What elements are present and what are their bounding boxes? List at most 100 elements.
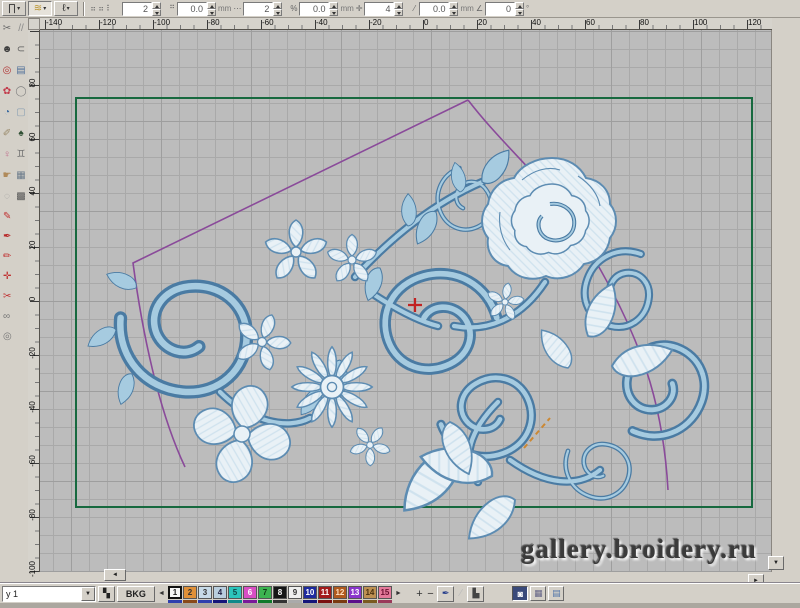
toolbar-icon[interactable]: ⠶ xyxy=(90,4,96,13)
color-swatch[interactable]: 13 xyxy=(347,585,362,603)
ruler-label: -40 xyxy=(316,18,328,27)
field-value[interactable]: 0.0 xyxy=(419,1,450,16)
field-value[interactable]: 2 xyxy=(243,1,274,16)
view-toggle-button[interactable]: ▤ xyxy=(548,586,565,601)
toolbox-tool[interactable]: ⊂ xyxy=(14,39,28,60)
dye-thread-button[interactable]: ✒ xyxy=(436,585,455,602)
numeric-field[interactable]: 2 xyxy=(122,1,161,16)
toolbar-icon[interactable]: ⠶ xyxy=(98,4,104,13)
spin-down-icon[interactable] xyxy=(329,8,339,16)
toolbox-tool[interactable]: ◎ xyxy=(0,327,24,347)
toolbox-tool[interactable]: ▤ xyxy=(14,60,28,81)
toolbox-tool[interactable]: ✂ xyxy=(0,18,14,39)
field-value[interactable]: 0.0 xyxy=(299,1,330,16)
ruler-label: -60 xyxy=(262,18,274,27)
toolbox-tool[interactable]: ▦ xyxy=(14,165,28,186)
swatch-chip: 15 xyxy=(377,585,392,599)
spin-down-icon[interactable] xyxy=(152,8,161,16)
color-swatch[interactable]: 10 xyxy=(302,585,317,603)
scroll-down-button[interactable]: ▼ xyxy=(768,556,784,570)
field-value[interactable]: 0 xyxy=(484,1,515,16)
color-swatch[interactable]: 5 xyxy=(227,585,242,603)
field-value[interactable]: 4 xyxy=(364,1,395,16)
view-toggle-button[interactable]: ▦ xyxy=(530,586,547,601)
toolbox-tool[interactable]: ☛ xyxy=(0,165,14,186)
color-swatch[interactable]: 14 xyxy=(362,585,377,603)
spin-up-icon[interactable] xyxy=(207,1,216,9)
stitch-type-button[interactable]: ℓ ▾ xyxy=(54,1,78,16)
spin-down-icon[interactable] xyxy=(394,8,404,16)
toolbox-tool[interactable]: ◌ xyxy=(0,186,14,207)
color-swatch[interactable]: 11 xyxy=(317,585,332,603)
design-canvas[interactable]: gallery.broidery.ru xyxy=(40,30,772,572)
scroll-left-button[interactable]: ◄ xyxy=(104,569,126,581)
toolbox-tool[interactable]: // xyxy=(14,18,28,39)
toolbox-tool[interactable]: ◯ xyxy=(14,81,28,102)
view-toggle-button[interactable]: ◙ xyxy=(512,586,529,601)
spin-down-icon[interactable] xyxy=(449,8,459,16)
color-swatch[interactable]: 8 xyxy=(272,585,287,603)
toolbox-tool[interactable]: ✐ xyxy=(0,123,14,144)
spin-up-icon[interactable] xyxy=(394,1,404,9)
ruler-label: 120 xyxy=(748,18,762,27)
toolbar-icon[interactable]: ⠇ xyxy=(106,4,112,13)
chevron-down-icon[interactable]: ▼ xyxy=(81,586,95,601)
spin-up-icon[interactable] xyxy=(449,1,459,9)
toolbox-tool[interactable]: ✏ xyxy=(0,247,24,267)
color-swatch[interactable]: 15 xyxy=(377,585,392,603)
stitch-type-button[interactable]: ≋ ▾ xyxy=(28,1,52,16)
color-grid-button[interactable]: ▚ xyxy=(98,585,115,602)
color-swatch[interactable]: 6 xyxy=(242,585,257,603)
toolbox-tool[interactable]: ∞ xyxy=(0,307,24,327)
toolbox-tool[interactable]: ▩ xyxy=(14,186,28,207)
ruler-label: 60 xyxy=(28,132,37,142)
toolbox-tool[interactable]: ♊ xyxy=(14,144,28,165)
spin-up-icon[interactable] xyxy=(273,1,283,9)
toolbox-tool[interactable]: ▢ xyxy=(14,102,28,123)
background-button[interactable]: BKG xyxy=(116,585,155,602)
add-color-button[interactable]: + xyxy=(415,587,424,601)
spin-up-icon[interactable] xyxy=(329,1,339,9)
color-swatch[interactable]: 9 xyxy=(287,585,302,603)
toolbox-tool[interactable]: ✎ xyxy=(0,207,24,227)
remove-color-button[interactable]: − xyxy=(426,587,435,601)
color-swatch[interactable]: 4 xyxy=(212,585,227,603)
spin-up-icon[interactable] xyxy=(514,1,524,9)
toolbox-tool[interactable]: ◔ xyxy=(0,102,14,123)
color-swatch[interactable]: 12 xyxy=(332,585,347,603)
numeric-field[interactable]: 4 xyxy=(364,1,404,16)
color-swatch[interactable]: 2 xyxy=(182,585,197,603)
spin-up-icon[interactable] xyxy=(152,1,161,9)
toolbox-tool[interactable]: ♠ xyxy=(14,123,28,144)
toolbox-tool[interactable]: ◎ xyxy=(0,60,14,81)
toolbox-tool[interactable]: ☻ xyxy=(0,39,14,60)
numeric-field[interactable]: 0.0 xyxy=(419,1,459,16)
toolbox-tool[interactable]: ✛ xyxy=(0,267,24,287)
palette-prev-button[interactable]: ◄ xyxy=(157,587,166,601)
numeric-field[interactable]: 2 xyxy=(243,1,283,16)
stitch-type-button[interactable]: ∏ ▾ xyxy=(2,1,26,16)
scroll-down-icon: ▼ xyxy=(773,560,779,566)
toolbox-tool[interactable]: ✂ xyxy=(0,287,24,307)
palette-next-button[interactable]: ► xyxy=(394,587,403,601)
color-swatch[interactable]: 7 xyxy=(257,585,272,603)
ruler-label: -80 xyxy=(208,18,220,27)
tool-icon: ▦ xyxy=(16,169,26,181)
spin-down-icon[interactable] xyxy=(273,8,283,16)
color-swatch[interactable]: 3 xyxy=(197,585,212,603)
field-value[interactable]: 0.0 xyxy=(177,1,207,16)
color-swatch[interactable]: 1 xyxy=(167,585,182,603)
crosshair-marker xyxy=(408,298,422,312)
numeric-field[interactable]: 0.0 xyxy=(177,1,216,16)
layer-select[interactable]: y 1 ▼ xyxy=(2,585,96,602)
spin-down-icon[interactable] xyxy=(514,8,524,16)
tool-icon: ⊂ xyxy=(16,43,26,55)
spin-down-icon[interactable] xyxy=(207,8,216,16)
toolbox-tool[interactable]: ✒ xyxy=(0,227,24,247)
numeric-field[interactable]: 0 xyxy=(484,1,524,16)
numeric-field[interactable]: 0.0 xyxy=(299,1,339,16)
field-value[interactable]: 2 xyxy=(122,1,152,16)
stitch-chart-button[interactable]: ▙ xyxy=(467,585,485,602)
toolbox-tool[interactable]: ✿ xyxy=(0,81,14,102)
toolbox-tool[interactable]: ♀ xyxy=(0,144,14,165)
